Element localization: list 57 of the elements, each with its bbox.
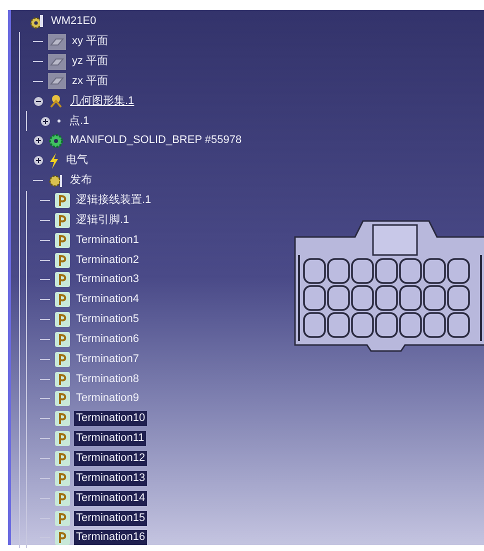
tree-item[interactable]: 点.1 bbox=[67, 114, 92, 129]
pin-icon bbox=[55, 490, 70, 506]
pin-icon bbox=[55, 193, 70, 208]
pin-icon bbox=[55, 372, 70, 387]
plane-icon bbox=[48, 73, 66, 90]
pin-icon bbox=[55, 292, 70, 308]
tree-item[interactable]: Termination12 bbox=[74, 450, 148, 466]
tree-item[interactable]: Termination15 bbox=[74, 510, 148, 526]
pin-icon bbox=[55, 530, 70, 546]
pin-icon bbox=[55, 232, 70, 248]
expand-toggle[interactable] bbox=[34, 96, 42, 106]
plane-icon bbox=[48, 54, 66, 70]
geometry-set-icon bbox=[48, 93, 64, 110]
tree-item[interactable]: 逻辑引脚.1 bbox=[74, 212, 132, 228]
lightning-icon bbox=[48, 152, 60, 169]
tree-item[interactable]: yz 平面 bbox=[70, 54, 110, 70]
tree-item[interactable]: Termination8 bbox=[74, 372, 141, 387]
tree-item[interactable]: Termination3 bbox=[74, 272, 141, 288]
tree-item[interactable]: 逻辑接线装置.1 bbox=[74, 193, 154, 208]
tree-item[interactable]: 发布 bbox=[68, 173, 94, 188]
pin-icon bbox=[55, 252, 70, 268]
tree-item[interactable]: 电气 bbox=[64, 153, 90, 168]
tree-item[interactable]: Termination14 bbox=[74, 490, 148, 506]
tree-item[interactable]: Termination7 bbox=[74, 352, 141, 367]
pin-icon bbox=[55, 431, 70, 446]
plane-icon bbox=[48, 34, 66, 50]
tree-item[interactable]: Termination4 bbox=[74, 292, 141, 308]
pin-icon bbox=[55, 312, 70, 328]
tree-item[interactable]: Termination16 bbox=[74, 530, 148, 546]
pin-icon bbox=[55, 352, 70, 367]
tree-item[interactable]: WM21E0 bbox=[49, 14, 98, 30]
pin-icon bbox=[55, 411, 70, 426]
gear-icon bbox=[29, 14, 45, 30]
tree-item[interactable]: Termination1 bbox=[74, 232, 141, 248]
tree-item[interactable]: zx 平面 bbox=[70, 74, 110, 89]
tree-item[interactable]: Termination13 bbox=[74, 470, 148, 486]
tree-item[interactable]: MANIFOLD_SOLID_BREP #55978 bbox=[68, 133, 244, 148]
tree-item[interactable]: 几何图形集.1 bbox=[68, 94, 136, 109]
expand-toggle[interactable] bbox=[34, 156, 42, 166]
pin-icon bbox=[55, 391, 70, 406]
tree-item[interactable]: Termination11 bbox=[74, 431, 146, 446]
tree-item[interactable]: xy 平面 bbox=[70, 34, 110, 50]
gear-icon bbox=[48, 172, 64, 189]
tree-item[interactable]: Termination6 bbox=[74, 332, 141, 347]
pin-icon bbox=[55, 450, 70, 466]
expand-toggle[interactable] bbox=[34, 136, 42, 146]
tree-item[interactable]: Termination10 bbox=[74, 411, 148, 426]
pin-icon bbox=[55, 510, 70, 526]
expand-toggle[interactable] bbox=[40, 116, 50, 126]
pin-icon bbox=[55, 212, 70, 228]
tree-item[interactable]: Termination5 bbox=[74, 312, 141, 328]
pin-icon bbox=[55, 272, 70, 288]
pin-icon bbox=[55, 332, 70, 347]
point-icon bbox=[55, 117, 63, 126]
gear-icon bbox=[48, 132, 64, 149]
pin-icon bbox=[55, 470, 70, 486]
tree-item[interactable]: Termination2 bbox=[74, 252, 141, 268]
